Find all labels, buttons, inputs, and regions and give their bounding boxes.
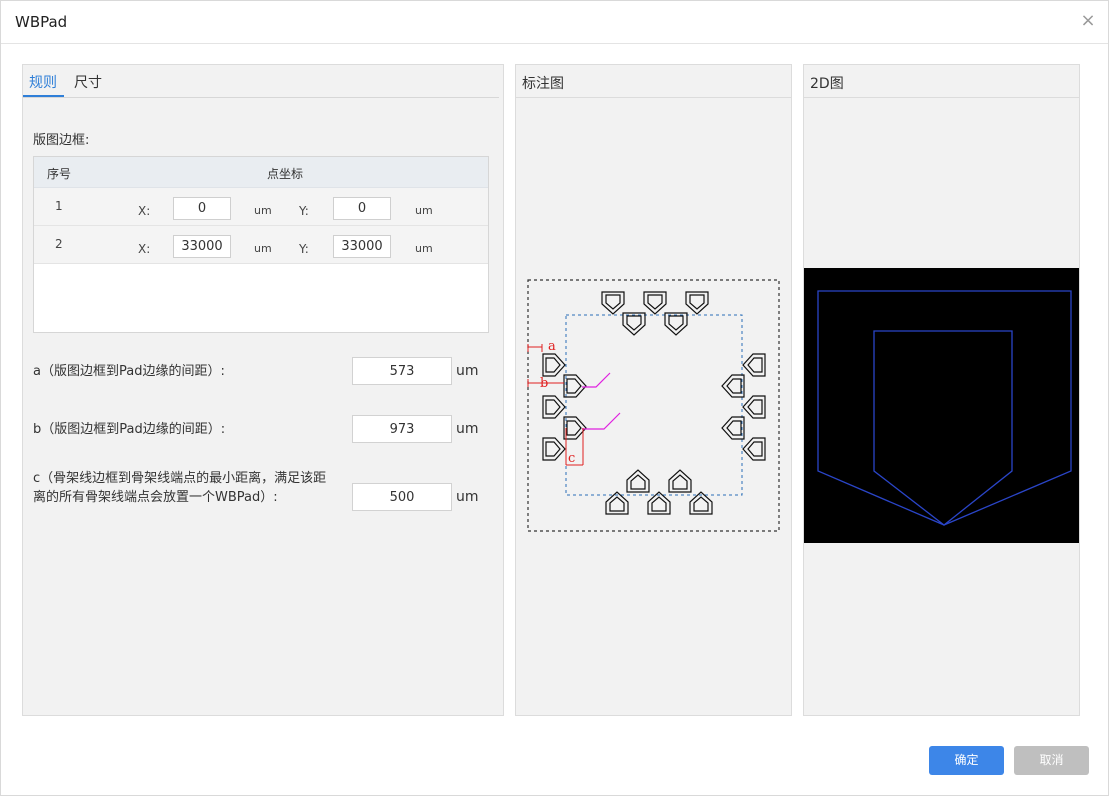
- param-a-input[interactable]: [352, 357, 452, 385]
- table-row: 1 X: um Y: um: [34, 188, 488, 226]
- annotation-panel-header: 标注图: [516, 65, 791, 98]
- param-c-label-line1: c（骨架线边框到骨架线端点的最小距离，满足该距: [33, 471, 327, 486]
- title-bar: WBPad ×: [1, 1, 1108, 44]
- x-input[interactable]: [173, 197, 231, 220]
- annotation-b: b: [540, 376, 548, 391]
- close-icon[interactable]: ×: [1080, 11, 1096, 31]
- table-row: 2 X: um Y: um: [34, 226, 488, 264]
- pad-2d-drawing: [817, 290, 1072, 526]
- tab-size[interactable]: 尺寸: [74, 72, 102, 92]
- annotation-panel-title: 标注图: [522, 76, 564, 92]
- skeleton-lines: [582, 372, 621, 430]
- annotation-diagram: a b c: [527, 279, 780, 532]
- skeleton-border: [565, 314, 743, 496]
- annotation-panel: 标注图 a b c: [515, 64, 792, 716]
- param-b-label: b（版图边框到Pad边缘的间距）:: [33, 422, 226, 437]
- y-unit: um: [415, 204, 433, 217]
- param-a-unit: um: [456, 363, 479, 379]
- x-label: X:: [138, 204, 151, 218]
- y-input[interactable]: [333, 197, 391, 220]
- pad-inner-outline: [873, 330, 1013, 526]
- row-index: 2: [55, 237, 63, 251]
- y-label: Y:: [299, 242, 309, 256]
- dialog-title: WBPad: [15, 13, 68, 31]
- param-a-label: a（版图边框到Pad边缘的间距）:: [33, 364, 225, 379]
- ok-button[interactable]: 确定: [929, 746, 1004, 775]
- dimension-lines: [527, 344, 584, 466]
- cancel-button[interactable]: 取消: [1014, 746, 1089, 775]
- annotation-a: a: [548, 339, 556, 354]
- col-coord-header: 点坐标: [267, 167, 304, 181]
- border-points-table: 序号 点坐标 1 X: um Y: um 2 X: um Y: um: [33, 156, 489, 333]
- x-unit: um: [254, 204, 272, 217]
- param-c-unit: um: [456, 489, 479, 505]
- view-2d-panel-header: 2D图: [804, 65, 1079, 98]
- table-header: 序号 点坐标: [34, 157, 488, 188]
- tab-bar: 规则 尺寸: [23, 65, 499, 98]
- view-2d-panel-title: 2D图: [810, 76, 844, 92]
- param-c-input[interactable]: [352, 483, 452, 511]
- x-label: X:: [138, 242, 151, 256]
- y-label: Y:: [299, 204, 309, 218]
- view-2d-panel: 2D图: [803, 64, 1080, 716]
- pad-shapes: [542, 291, 766, 515]
- x-input[interactable]: [173, 235, 231, 258]
- border-section-label: 版图边框:: [33, 133, 90, 148]
- annotation-c: c: [568, 451, 575, 466]
- active-tab-indicator: [23, 95, 64, 97]
- rules-panel: 规则 尺寸 版图边框: 序号 点坐标 1 X: um Y: um 2 X:: [22, 64, 504, 716]
- wbpad-dialog: WBPad × 规则 尺寸 版图边框: 序号 点坐标 1 X: um Y: um: [0, 0, 1109, 796]
- param-b-unit: um: [456, 421, 479, 437]
- param-b-input[interactable]: [352, 415, 452, 443]
- col-index-header: 序号: [47, 167, 72, 181]
- pad-outer-outline: [817, 290, 1072, 526]
- x-unit: um: [254, 242, 272, 255]
- y-input[interactable]: [333, 235, 391, 258]
- row-index: 1: [55, 199, 63, 213]
- tab-rules[interactable]: 规则: [29, 72, 57, 92]
- pad-2d-canvas[interactable]: [804, 268, 1079, 543]
- param-c-label-line2: 离的所有骨架线端点会放置一个WBPad）:: [33, 490, 278, 505]
- y-unit: um: [415, 242, 433, 255]
